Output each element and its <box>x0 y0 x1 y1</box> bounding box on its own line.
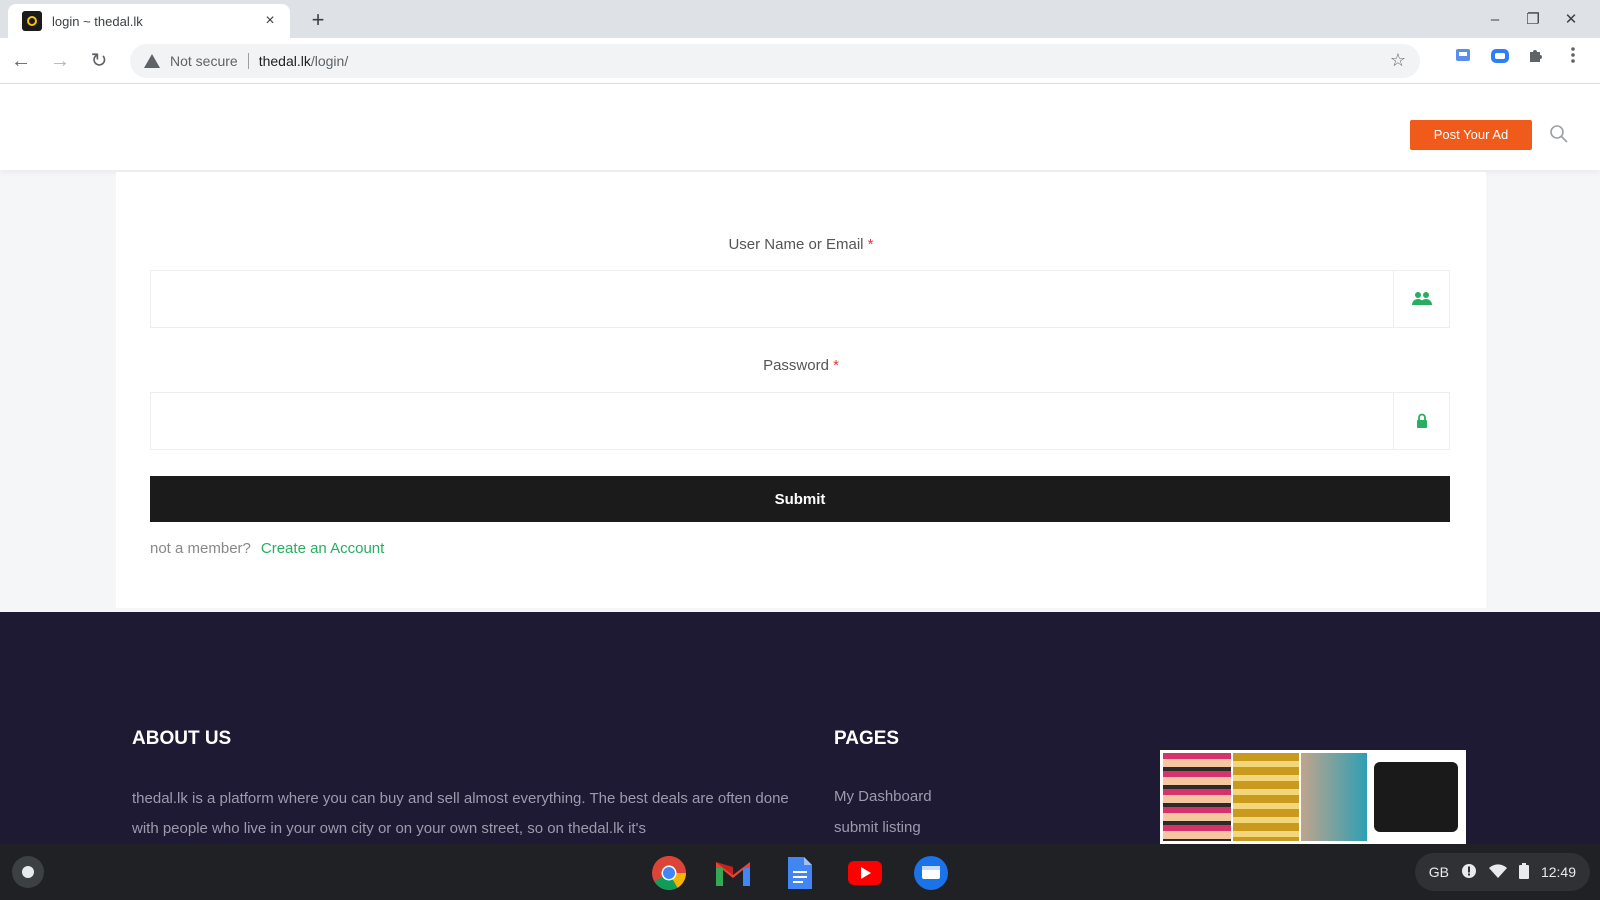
browser-menu-icon[interactable] <box>1559 46 1587 74</box>
bookmark-star-icon[interactable]: ☆ <box>1390 50 1406 71</box>
site-footer: ABOUT US thedal.lk is a platform where y… <box>0 612 1600 844</box>
status-tray[interactable]: GB 12:49 <box>1414 853 1590 891</box>
browser-tabstrip: login ~ thedal.lk × + – ❐ ✕ <box>0 0 1600 38</box>
extension-2-icon[interactable] <box>1486 46 1514 74</box>
back-button[interactable]: ← <box>3 43 39 79</box>
gmail-app-icon[interactable] <box>714 854 752 892</box>
browser-toolbar: ← → ↻ Not secure thedal.lk/login/ ☆ <box>0 38 1600 84</box>
battery-icon <box>1518 862 1529 882</box>
required-mark: * <box>833 357 839 374</box>
clock: 12:49 <box>1540 864 1576 880</box>
youtube-app-icon[interactable] <box>846 854 884 892</box>
site-favicon-icon <box>22 11 42 31</box>
wifi-icon <box>1488 863 1507 881</box>
new-tab-button[interactable]: + <box>304 7 332 35</box>
launcher-button[interactable] <box>12 856 44 888</box>
footer-link-my-dashboard[interactable]: My Dashboard <box>834 788 932 805</box>
username-label: User Name or Email * <box>116 236 1486 253</box>
site-header: Post Your Ad <box>0 84 1600 170</box>
forward-button[interactable]: → <box>42 43 78 79</box>
not-member-text: not a member? <box>150 540 251 557</box>
create-account-link[interactable]: Create an Account <box>261 540 384 557</box>
warning-icon <box>144 54 160 68</box>
minimize-button[interactable]: – <box>1476 8 1514 32</box>
chrome-app-icon[interactable] <box>650 854 688 892</box>
url-text: thedal.lk/login/ <box>259 53 349 69</box>
reload-button[interactable]: ↻ <box>81 43 117 79</box>
username-field <box>150 270 1450 328</box>
username-input[interactable] <box>151 271 1391 327</box>
tab-title: login ~ thedal.lk <box>52 13 143 29</box>
lock-icon <box>1393 393 1449 449</box>
login-card: User Name or Email * Password * Submit n… <box>116 172 1486 608</box>
pages-list: My Dashboard submit listing <box>834 788 932 850</box>
register-prompt: not a member? Create an Account <box>150 540 384 557</box>
about-us-heading: ABOUT US <box>132 728 232 749</box>
promo-image-hand <box>1301 753 1367 841</box>
password-field <box>150 392 1450 450</box>
maximize-button[interactable]: ❐ <box>1514 8 1552 32</box>
os-shelf: GB 12:49 <box>0 844 1600 900</box>
promo-banner[interactable] <box>1160 750 1466 844</box>
url-path: /login/ <box>310 53 349 69</box>
password-input[interactable] <box>151 393 1391 449</box>
about-us-text: thedal.lk is a platform where you can bu… <box>132 790 789 837</box>
promo-image-printer <box>1369 753 1463 841</box>
users-icon <box>1393 271 1449 327</box>
address-bar[interactable]: Not secure thedal.lk/login/ ☆ <box>130 44 1420 78</box>
keyboard-locale: GB <box>1428 864 1449 880</box>
username-label-text: User Name or Email <box>728 236 864 253</box>
omnibox-divider <box>247 53 249 69</box>
extensions-puzzle-icon[interactable] <box>1522 46 1550 74</box>
extension-1-icon[interactable] <box>1449 46 1477 74</box>
search-icon[interactable] <box>1549 124 1569 144</box>
footer-link-submit-listing[interactable]: submit listing <box>834 819 932 836</box>
post-ad-button[interactable]: Post Your Ad <box>1410 120 1532 150</box>
messages-app-icon[interactable] <box>912 854 950 892</box>
notification-icon <box>1461 863 1477 882</box>
promo-image-labels <box>1233 753 1299 841</box>
promo-image-phone-cases <box>1163 753 1231 841</box>
password-label: Password * <box>116 357 1486 374</box>
window-controls: – ❐ ✕ <box>1476 8 1590 32</box>
pages-heading: PAGES <box>834 728 900 749</box>
submit-button[interactable]: Submit <box>150 476 1450 522</box>
tab-close-icon[interactable]: × <box>260 12 280 30</box>
close-window-button[interactable]: ✕ <box>1552 8 1590 32</box>
security-label: Not secure <box>170 53 238 69</box>
required-mark: * <box>867 236 874 253</box>
docs-app-icon[interactable] <box>781 854 819 892</box>
browser-tab[interactable]: login ~ thedal.lk × <box>8 4 290 38</box>
password-label-text: Password <box>763 357 829 374</box>
url-host: thedal.lk <box>258 53 311 69</box>
